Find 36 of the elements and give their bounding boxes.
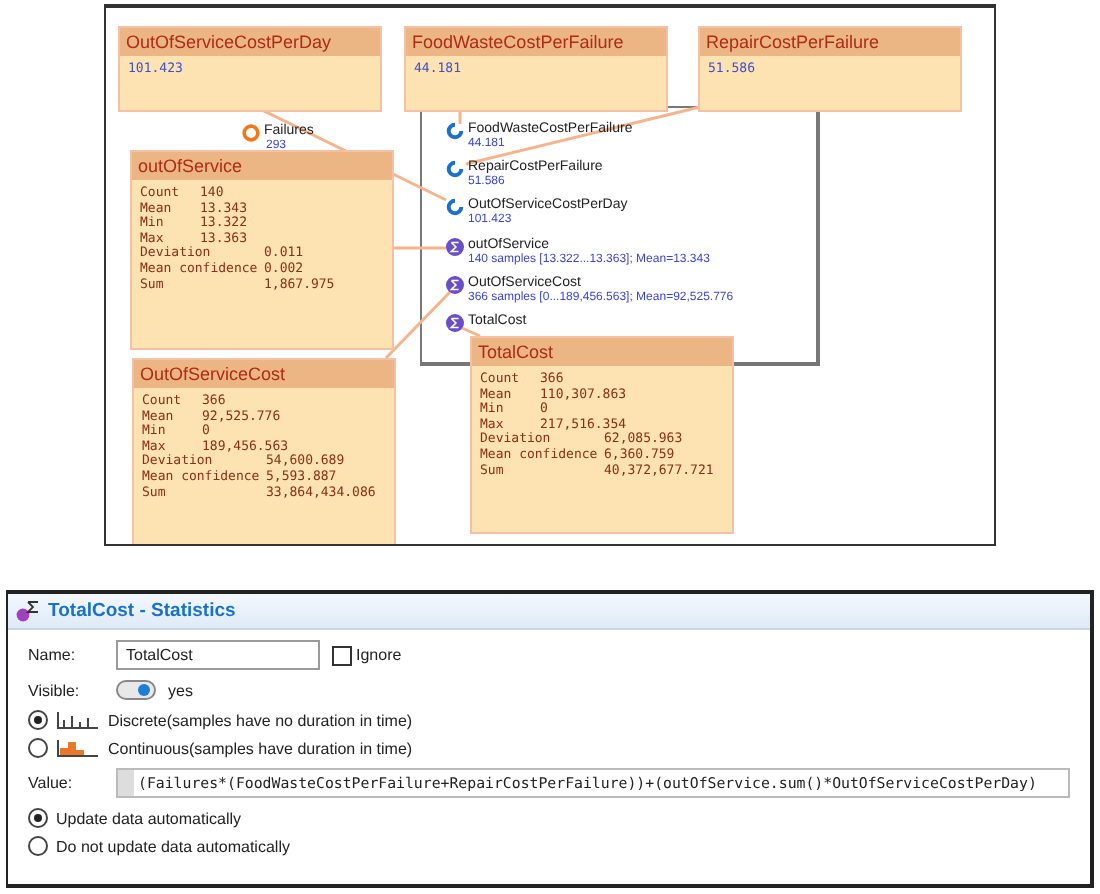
parameter-icon — [446, 160, 464, 178]
discrete-chart-icon — [56, 710, 100, 730]
statistics-icon — [16, 600, 40, 622]
parameter-icon — [446, 122, 464, 140]
radio-label: Discrete(samples have no duration in time) — [108, 711, 413, 729]
toggle-label: yes — [168, 681, 193, 699]
radio-label: Do not update data automatically — [56, 837, 290, 855]
visible-toggle[interactable] — [116, 680, 156, 700]
panel-title: TotalCost - Statistics — [48, 600, 236, 622]
radio-button[interactable] — [28, 836, 48, 856]
radio-button[interactable] — [28, 808, 48, 828]
panel-title: OutOfServiceCostPerDay — [120, 28, 380, 56]
ignore-checkbox[interactable] — [332, 645, 352, 665]
panel-title: RepairCostPerFailure — [700, 28, 960, 56]
panel-title: outOfService — [132, 152, 392, 180]
radio-label: Update data automatically — [56, 809, 241, 827]
connector-line — [384, 290, 452, 360]
panel-title: OutOfServiceCost — [134, 360, 394, 388]
field-label: Name: — [28, 646, 78, 664]
checkbox-label: Ignore — [356, 646, 402, 664]
parameter-icon — [446, 198, 464, 216]
name-field[interactable]: TotalCost — [116, 640, 320, 670]
radio-label: Continuous(samples have duration in time) — [108, 739, 413, 757]
connector-line — [461, 326, 481, 338]
statistics-icon — [446, 276, 464, 294]
field-label: Visible: — [28, 681, 82, 699]
statistics-icon — [446, 238, 464, 256]
panel-title: FoodWasteCostPerFailure — [406, 28, 666, 56]
variable-icon — [242, 124, 260, 142]
panel-title: TotalCost — [472, 338, 732, 366]
continuous-chart-icon — [56, 738, 100, 758]
radio-button[interactable] — [28, 710, 48, 730]
statistics-icon — [446, 314, 464, 332]
connector-line — [390, 246, 446, 250]
radio-button[interactable] — [28, 738, 48, 758]
field-label: Value: — [28, 774, 75, 792]
